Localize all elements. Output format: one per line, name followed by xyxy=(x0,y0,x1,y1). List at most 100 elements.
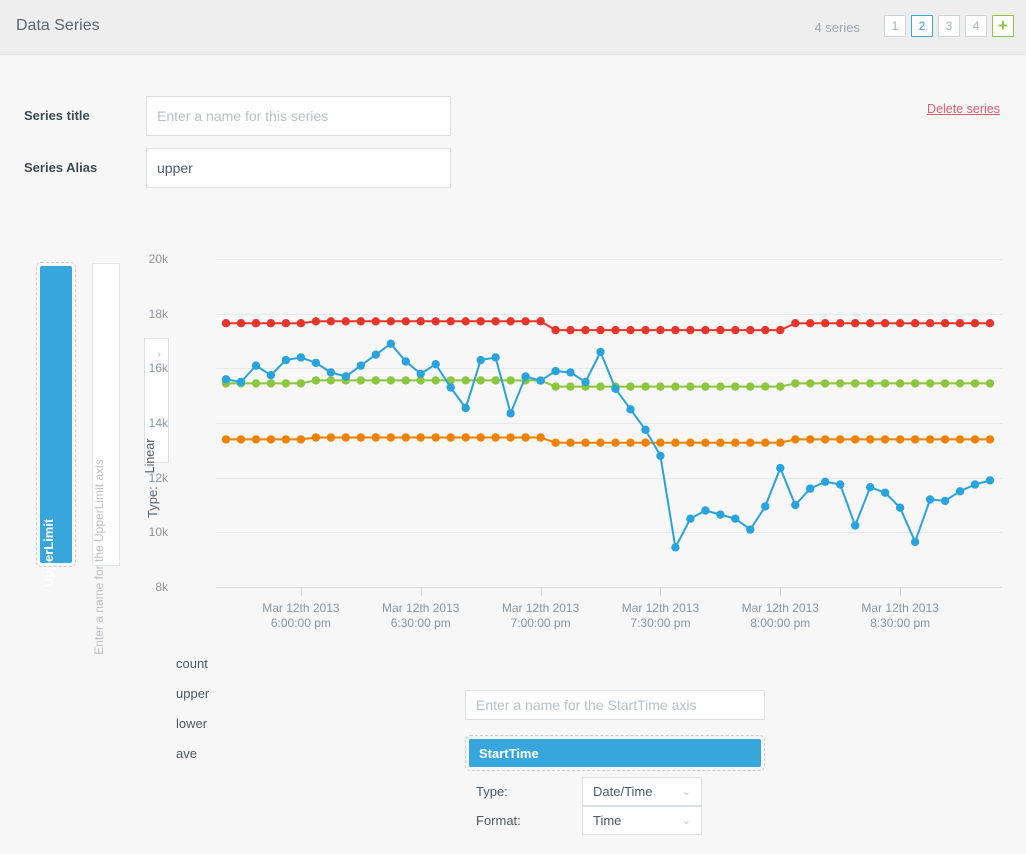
series-point-lower xyxy=(506,433,514,441)
series-point-ave xyxy=(776,382,784,390)
series-point-ave xyxy=(372,376,380,384)
y-axis-tab-label: UpperLimit xyxy=(41,519,56,588)
series-point-lower xyxy=(926,435,934,443)
series-point-upper xyxy=(596,326,604,334)
series-point-count xyxy=(626,405,634,413)
series-point-ave xyxy=(971,379,979,387)
series-alias-input[interactable] xyxy=(146,148,451,188)
series-point-upper xyxy=(417,317,425,325)
series-point-upper xyxy=(222,319,230,327)
series-point-upper xyxy=(491,317,499,325)
x-axis-name-input[interactable] xyxy=(465,690,765,720)
series-page-4[interactable]: 4 xyxy=(965,15,987,37)
x-tick-date: Mar 12th 2013 xyxy=(382,601,459,616)
series-point-lower xyxy=(971,435,979,443)
x-axis-tab-label: StartTime xyxy=(479,746,539,761)
series-point-upper xyxy=(656,326,664,334)
series-point-upper xyxy=(776,326,784,334)
series-point-lower xyxy=(596,439,604,447)
series-point-ave xyxy=(716,382,724,390)
series-point-count xyxy=(746,525,754,533)
x-tick-time: 7:00:00 pm xyxy=(502,616,579,631)
series-point-ave xyxy=(791,379,799,387)
series-point-upper xyxy=(387,317,395,325)
series-point-ave xyxy=(866,379,874,387)
x-axis-format-select[interactable]: Time ⌄ xyxy=(582,806,702,835)
series-point-upper xyxy=(611,326,619,334)
series-point-count xyxy=(881,489,889,497)
series-point-upper xyxy=(581,326,589,334)
y-axis-type-label: Type: xyxy=(145,486,160,518)
y-axis-tab-container: UpperLimit xyxy=(36,262,76,567)
series-point-upper xyxy=(327,317,335,325)
x-axis-type-select[interactable]: Date/Time ⌄ xyxy=(582,777,702,806)
chevron-down-icon: ⌄ xyxy=(682,814,691,827)
series-point-ave xyxy=(282,379,290,387)
y-axis-tab-upperlimit[interactable]: UpperLimit xyxy=(40,266,72,563)
series-point-ave xyxy=(731,382,739,390)
x-tick-date: Mar 12th 2013 xyxy=(742,601,819,616)
x-axis-tick-label: Mar 12th 20138:00:00 pm xyxy=(742,601,819,631)
series-pager: 1 2 3 4 + xyxy=(884,15,1014,37)
y-axis-scale-value: Linear xyxy=(143,439,157,474)
series-point-ave xyxy=(881,379,889,387)
series-point-lower xyxy=(282,435,290,443)
series-point-ave xyxy=(956,379,964,387)
series-page-2[interactable]: 2 xyxy=(911,15,933,37)
series-point-lower xyxy=(417,433,425,441)
series-page-1[interactable]: 1 xyxy=(884,15,906,37)
series-point-lower xyxy=(881,435,889,443)
series-point-count xyxy=(327,368,335,376)
series-point-count xyxy=(821,478,829,486)
series-line-upper xyxy=(226,321,990,330)
series-point-count xyxy=(342,372,350,380)
series-point-lower xyxy=(477,433,485,441)
x-axis-tick-label: Mar 12th 20136:00:00 pm xyxy=(262,601,339,631)
series-page-3[interactable]: 3 xyxy=(938,15,960,37)
series-point-lower xyxy=(911,435,919,443)
series-point-ave xyxy=(477,376,485,384)
add-series-button[interactable]: + xyxy=(992,15,1014,37)
series-point-ave xyxy=(941,379,949,387)
series-point-count xyxy=(971,480,979,488)
series-point-upper xyxy=(402,317,410,325)
series-point-count xyxy=(491,353,499,361)
series-point-upper xyxy=(671,326,679,334)
legend-item-upper: upper xyxy=(176,686,209,701)
x-tick-time: 6:00:00 pm xyxy=(262,616,339,631)
series-point-lower xyxy=(387,433,395,441)
series-point-ave xyxy=(701,382,709,390)
series-point-lower xyxy=(237,435,245,443)
series-point-ave xyxy=(297,379,305,387)
series-point-lower xyxy=(222,435,230,443)
series-point-upper xyxy=(432,317,440,325)
series-point-lower xyxy=(956,435,964,443)
x-axis-tick-label: Mar 12th 20136:30:00 pm xyxy=(382,601,459,631)
series-point-lower xyxy=(566,439,574,447)
chart-plot-area xyxy=(176,245,1014,645)
y-axis-name-input[interactable]: Enter a name for the UpperLimit axis xyxy=(92,263,120,566)
series-point-count xyxy=(222,375,230,383)
series-point-upper xyxy=(911,319,919,327)
series-point-count xyxy=(911,538,919,546)
series-point-upper xyxy=(881,319,889,327)
series-point-upper xyxy=(686,326,694,334)
series-point-upper xyxy=(521,317,529,325)
series-point-lower xyxy=(746,439,754,447)
y-axis-tick-label: 14k xyxy=(149,416,168,430)
series-point-upper xyxy=(926,319,934,327)
y-axis-scale-select[interactable]: ⌄ Linear xyxy=(144,338,169,463)
series-point-lower xyxy=(357,433,365,441)
series-point-ave xyxy=(551,382,559,390)
series-title-input[interactable] xyxy=(146,96,451,136)
series-point-count xyxy=(551,367,559,375)
series-point-ave xyxy=(746,382,754,390)
x-tick-date: Mar 12th 2013 xyxy=(262,601,339,616)
y-axis-tick-label: 20k xyxy=(149,252,168,266)
series-point-lower xyxy=(521,433,529,441)
series-point-ave xyxy=(432,376,440,384)
x-axis-tab-starttime[interactable]: StartTime xyxy=(469,739,761,767)
series-point-count xyxy=(312,359,320,367)
series-point-count xyxy=(521,372,529,380)
delete-series-link[interactable]: Delete series xyxy=(927,102,1000,116)
